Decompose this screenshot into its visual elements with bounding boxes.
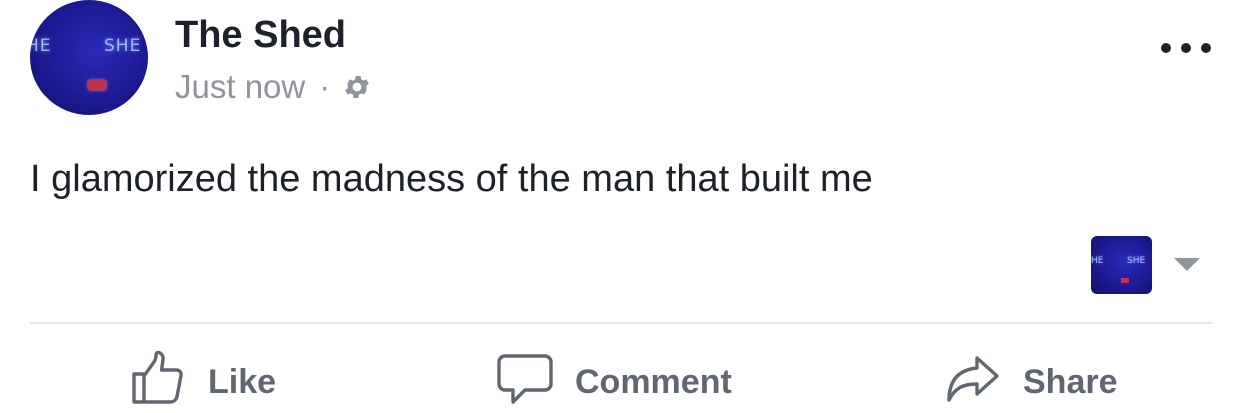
gear-icon[interactable]: [342, 72, 372, 102]
post-meta: Just now ·: [175, 68, 372, 106]
audience-avatar[interactable]: HE SHE: [1091, 236, 1152, 294]
author-avatar[interactable]: HE SHE: [30, 0, 148, 115]
comment-label: Comment: [575, 362, 732, 401]
avatar-neon-right: SHE: [104, 36, 142, 56]
audience-chair-shape: [1121, 278, 1129, 283]
actions-divider: [30, 322, 1212, 324]
audience-neon-left: HE: [1091, 256, 1104, 266]
share-button[interactable]: Share: [945, 352, 1118, 412]
avatar-neon-left: HE: [30, 36, 52, 56]
action-bar: Like Comment Share: [0, 350, 1241, 413]
post-timestamp[interactable]: Just now: [175, 68, 305, 106]
comment-button[interactable]: Comment: [497, 352, 732, 412]
share-label: Share: [1023, 362, 1118, 401]
ellipsis-dot: [1201, 43, 1211, 53]
meta-separator: ·: [319, 68, 331, 105]
feed-post: HE SHE The Shed Just now · I glamorized …: [0, 0, 1241, 413]
author-name[interactable]: The Shed: [175, 14, 346, 57]
speech-bubble-icon: [497, 350, 553, 413]
thumbs-up-icon: [130, 350, 186, 413]
avatar-chair-shape: [88, 80, 106, 90]
audience-neon-right: SHE: [1127, 256, 1146, 266]
caret-down-icon[interactable]: [1174, 258, 1200, 271]
share-arrow-icon: [945, 350, 1001, 413]
ellipsis-icon[interactable]: [1161, 30, 1211, 66]
post-message: I glamorized the madness of the man that…: [30, 158, 873, 200]
like-button[interactable]: Like: [130, 350, 277, 413]
like-label: Like: [208, 362, 277, 401]
ellipsis-dot: [1161, 43, 1171, 53]
ellipsis-dot: [1181, 43, 1191, 53]
